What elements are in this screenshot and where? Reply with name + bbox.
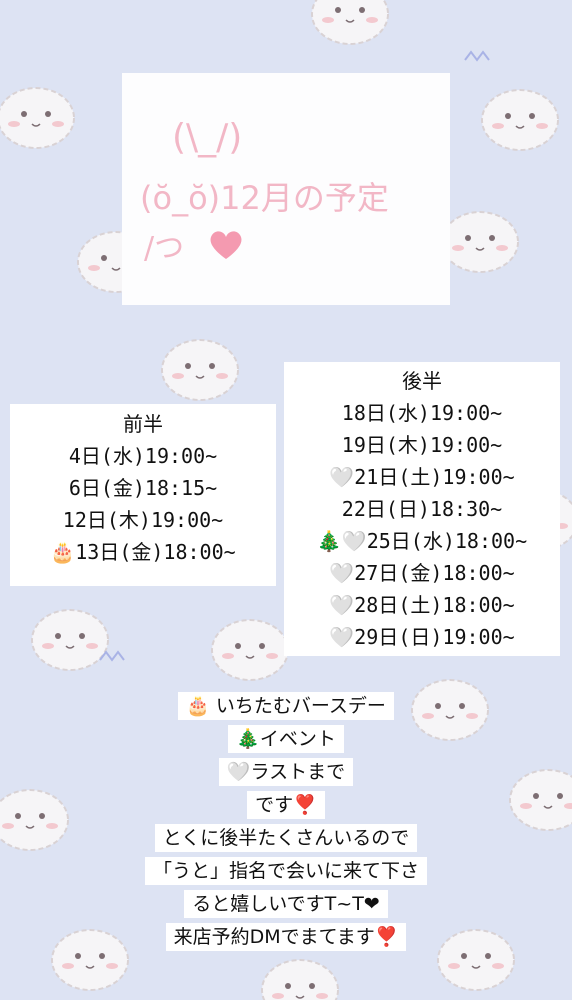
schedule-row: 🎂13日(金)18:00~ <box>50 540 236 564</box>
message-line: ると嬉しいですT~T❤ <box>0 888 572 920</box>
title-line-1: (\_/) <box>172 117 243 158</box>
bunny-decoration <box>0 87 75 149</box>
message-line: 🤍ラストまで <box>0 756 572 788</box>
bunny-decoration <box>261 959 339 1000</box>
first-half-header: 前半 <box>123 412 163 436</box>
message-text: 🎂 いちたむバースデー <box>178 692 394 720</box>
second-half-header: 後半 <box>402 369 442 393</box>
schedule-row: 🤍29日(日)19:00~ <box>329 625 515 649</box>
message-line: 来店予約DMでまてます❣️ <box>0 921 572 953</box>
bunny-decoration <box>31 609 109 671</box>
title-card: (\_/) (ŏ_ŏ)12月の予定 /つ <box>122 73 450 305</box>
message-line: 🎄イベント <box>0 723 572 755</box>
message-text: ると嬉しいですT~T❤ <box>184 890 388 918</box>
title-line-3: /つ <box>144 231 185 266</box>
first-half-schedule-card: 前半 4日(水)19:00~ 6日(金)18:15~ 12日(木)19:00~ … <box>10 404 276 586</box>
message-line: です❣️ <box>0 789 572 821</box>
title-line-2: (ŏ_ŏ)12月の予定 <box>140 179 389 217</box>
schedule-row: 12日(木)19:00~ <box>62 508 224 532</box>
bunny-decoration <box>311 0 389 45</box>
message-text: 「うと」指名で会いに来て下さ <box>144 857 427 885</box>
schedule-row: 18日(水)19:00~ <box>341 401 503 425</box>
schedule-row: 🎄🤍25日(水)18:00~ <box>316 529 528 553</box>
message-text: 🤍ラストまで <box>218 758 354 786</box>
second-half-schedule-card: 後半 18日(水)19:00~ 19日(木)19:00~ 🤍21日(土)19:0… <box>284 362 560 656</box>
bunny-decoration <box>211 619 289 681</box>
bunny-decoration <box>481 89 559 151</box>
heart-icon <box>210 231 242 259</box>
schedule-row: 4日(水)19:00~ <box>68 444 218 468</box>
message-text: 🎄イベント <box>228 725 344 753</box>
message-line: 🎂 いちたむバースデー <box>0 690 572 722</box>
schedule-row: 22日(日)18:30~ <box>341 497 503 521</box>
message-line: 「うと」指名で会いに来て下さ <box>0 855 572 887</box>
message-line: とくに後半たくさんいるので <box>0 822 572 854</box>
message-text: です❣️ <box>247 791 325 819</box>
schedule-row: 🤍28日(土)18:00~ <box>329 593 515 617</box>
bunny-decoration <box>441 211 519 273</box>
bunny-decoration <box>161 339 239 401</box>
schedule-row: 🤍21日(土)19:00~ <box>329 465 515 489</box>
message-text: 来店予約DMでまてます❣️ <box>165 923 407 951</box>
schedule-row: 🤍27日(金)18:00~ <box>329 561 515 585</box>
schedule-row: 19日(木)19:00~ <box>341 433 503 457</box>
message-text: とくに後半たくさんいるので <box>154 824 418 852</box>
schedule-row: 6日(金)18:15~ <box>68 476 218 500</box>
